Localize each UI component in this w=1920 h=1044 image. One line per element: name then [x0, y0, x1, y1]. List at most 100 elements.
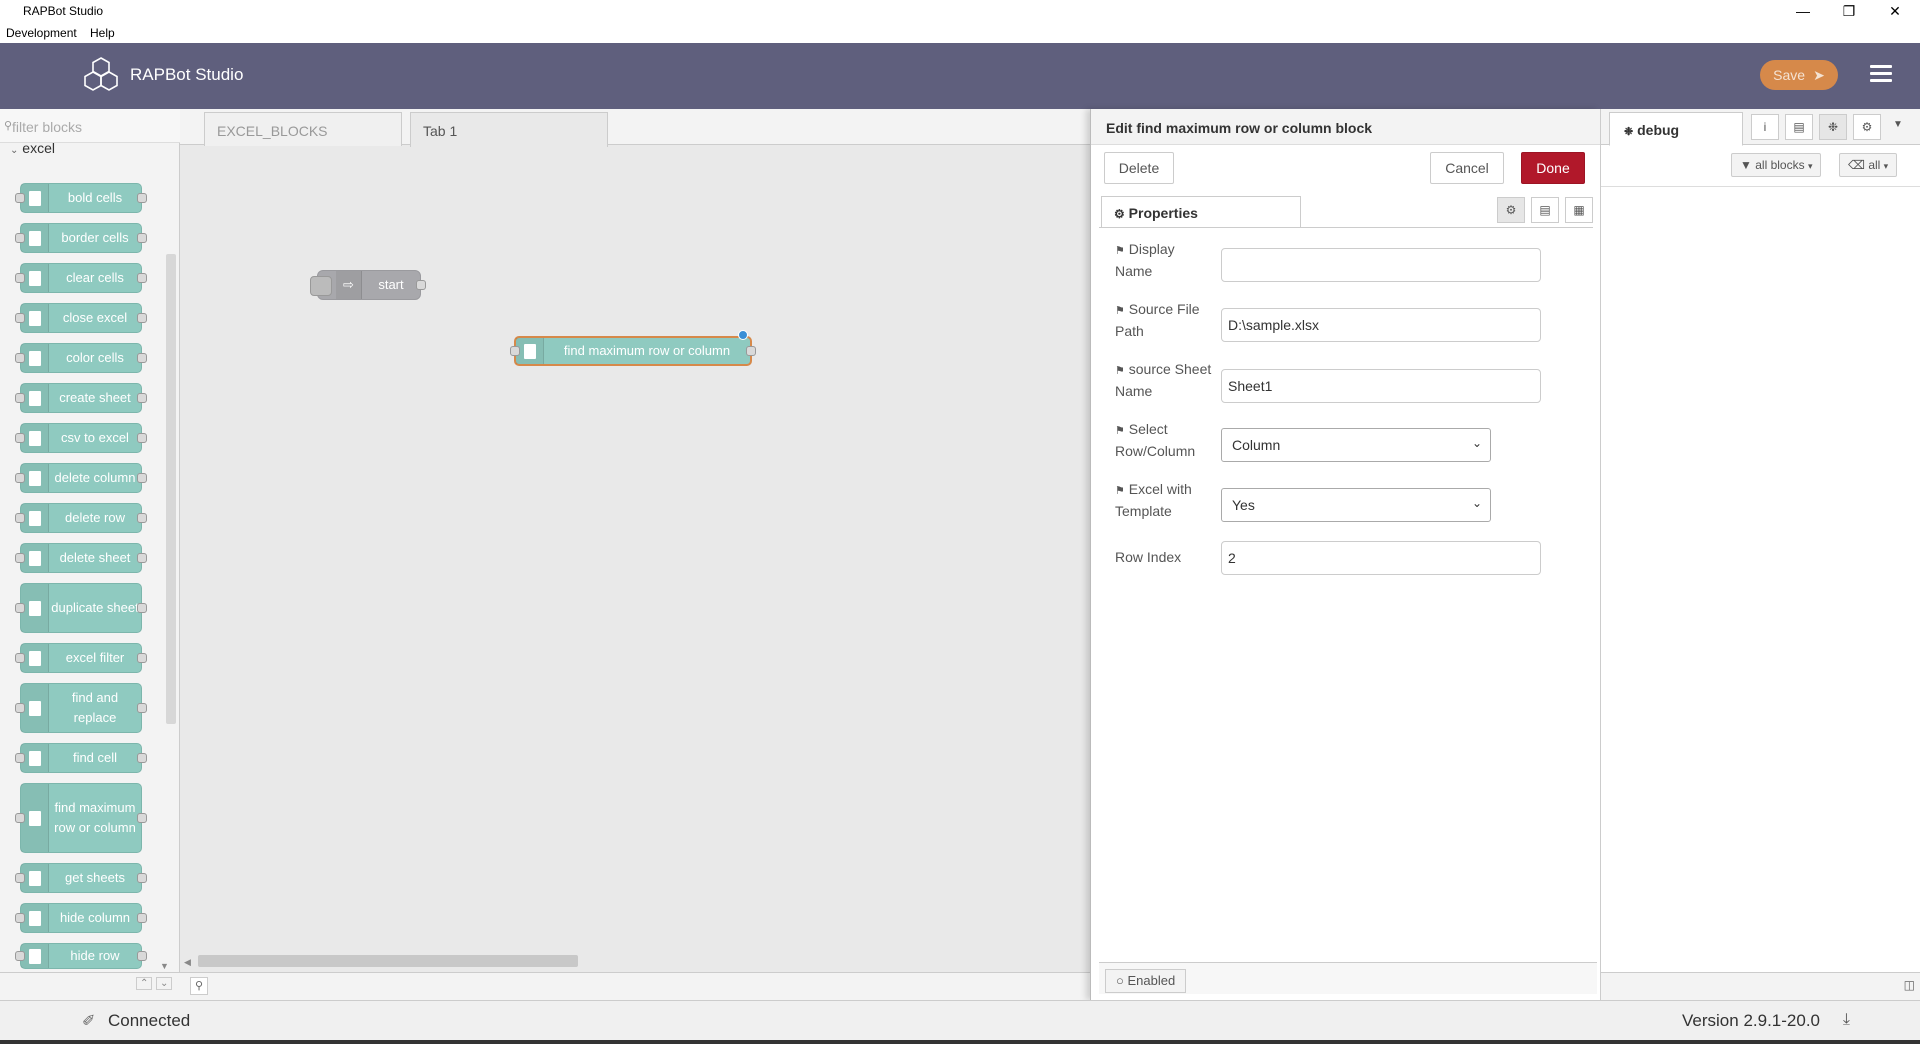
gear-icon: ⚙ [1114, 207, 1125, 221]
clear-messages-dropdown[interactable]: ⌫ all ▾ [1839, 153, 1898, 177]
file-icon [21, 784, 49, 852]
palette-node-bold-cells[interactable]: bold cells [15, 183, 147, 213]
appearance-icon[interactable]: ▦ [1565, 197, 1593, 223]
palette-filter[interactable]: ⚲ filter blocks [0, 109, 180, 143]
palette-node-duplicate-sheet[interactable]: duplicate sheet [15, 583, 147, 633]
file-icon [21, 464, 49, 492]
palette-node-excel-filter[interactable]: excel filter [15, 643, 147, 673]
workspace-hscrollbar[interactable] [198, 955, 578, 967]
minimize-button[interactable]: — [1780, 0, 1826, 22]
tag-icon: ⚑ [1115, 245, 1125, 257]
label-text: source Sheet Name [1115, 361, 1212, 399]
circle-icon: ○ [1116, 973, 1124, 988]
palette-node-find-maximum[interactable]: find maximum row or column [15, 783, 147, 853]
debug-tab-label: debug [1637, 122, 1680, 138]
chevron-down-icon: ⌄ [1471, 496, 1482, 510]
monitor-icon[interactable]: ◫ [1904, 978, 1915, 992]
file-icon [21, 304, 49, 332]
window-bottom-border [0, 1040, 1920, 1044]
menu-help[interactable]: Help [90, 26, 115, 40]
sidebar-footer: ◫ [1601, 972, 1920, 1000]
palette-category[interactable]: ⌄ excel [10, 140, 55, 156]
palette-node-find-and-replace[interactable]: find and replace [15, 683, 147, 733]
tag-icon: ⚑ [1115, 425, 1125, 437]
editor-title: Edit find maximum row or column block [1091, 109, 1601, 145]
save-button[interactable]: Save ➤ [1760, 60, 1838, 90]
search-icon[interactable]: ⚲ [190, 977, 208, 995]
file-icon [21, 544, 49, 572]
palette-node-get-sheets[interactable]: get sheets [15, 863, 147, 893]
label-text: Select Row/Column [1115, 421, 1196, 459]
menu-development[interactable]: Development [6, 26, 77, 40]
flow-workspace[interactable]: EXCEL_BLOCKS Tab 1 ⇨ start find maximum … [160, 109, 1090, 1000]
download-icon[interactable]: ⤓ [1843, 1011, 1850, 1029]
gear-icon[interactable]: ⚙ [1853, 114, 1881, 140]
debug-bug-icon[interactable]: ❉ [1819, 114, 1847, 140]
description-icon[interactable]: ▤ [1531, 197, 1559, 223]
node-label: border cells [61, 230, 129, 245]
palette-node-csv-to-excel[interactable]: csv to excel [15, 423, 147, 453]
changed-indicator-icon [738, 330, 748, 340]
scroll-left-icon[interactable]: ◀ [184, 957, 191, 968]
inject-button[interactable] [310, 276, 332, 296]
caret-down-icon: ▾ [1883, 161, 1889, 171]
node-label: delete row [65, 510, 125, 525]
delete-button[interactable]: Delete [1104, 152, 1174, 184]
close-window-button[interactable]: ✕ [1872, 0, 1918, 22]
display-name-input[interactable] [1221, 248, 1541, 282]
palette-scrollbar[interactable] [166, 254, 176, 724]
palette-node-color-cells[interactable]: color cells [15, 343, 147, 373]
filter-blocks-dropdown[interactable]: ▼ all blocks ▾ [1731, 153, 1822, 177]
select-row-column-dropdown[interactable]: Column ⌄ [1221, 428, 1491, 462]
palette-scroll-down-icon[interactable]: ▼ [160, 961, 169, 971]
filter-blocks-input[interactable]: filter blocks [12, 119, 82, 135]
tab-debug[interactable]: ❉ debug [1609, 112, 1743, 146]
main-menu-icon[interactable] [1870, 65, 1892, 83]
tab-properties[interactable]: ⚙ Properties [1101, 196, 1301, 228]
tab-excel-blocks[interactable]: EXCEL_BLOCKS [204, 112, 402, 146]
excel-with-template-label: ⚑ Excel with Template [1115, 479, 1215, 521]
node-label: start [378, 277, 404, 292]
palette-node-delete-column[interactable]: delete column [15, 463, 147, 493]
palette-node-hide-column[interactable]: hide column [15, 903, 147, 933]
cancel-button[interactable]: Cancel [1430, 152, 1504, 184]
palette-node-delete-row[interactable]: delete row [15, 503, 147, 533]
flow-node-find-maximum[interactable]: find maximum row or column [510, 330, 756, 366]
file-icon [21, 904, 49, 932]
excel-with-template-dropdown[interactable]: Yes ⌄ [1221, 488, 1491, 522]
info-icon[interactable]: i [1751, 114, 1779, 140]
source-sheet-name-input[interactable]: Sheet1 [1221, 369, 1541, 403]
tab-tab1[interactable]: Tab 1 [410, 112, 608, 147]
node-properties-icon[interactable]: ⚙ [1497, 197, 1525, 223]
palette-node-find-cell[interactable]: find cell [15, 743, 147, 773]
enabled-toggle[interactable]: ○ Enabled [1105, 969, 1187, 993]
restore-button[interactable]: ❐ [1826, 0, 1872, 22]
node-label: csv to excel [61, 430, 129, 445]
node-label: clear cells [66, 270, 124, 285]
file-icon [21, 864, 49, 892]
row-index-input[interactable]: 2 [1221, 541, 1541, 575]
palette-node-hide-row[interactable]: hide row [15, 943, 147, 969]
source-sheet-name-label: ⚑ source Sheet Name [1115, 359, 1225, 401]
palette-node-border-cells[interactable]: border cells [15, 223, 147, 253]
tray-footer: ○ Enabled [1099, 962, 1597, 994]
caret-down-icon[interactable]: ▼ [1893, 119, 1903, 130]
book-icon[interactable]: ▤ [1785, 114, 1813, 140]
palette-node-clear-cells[interactable]: clear cells [15, 263, 147, 293]
search-icon: ⚲ [4, 120, 13, 132]
flow-node-start[interactable]: ⇨ start [310, 270, 426, 300]
palette-node-delete-sheet[interactable]: delete sheet [15, 543, 147, 573]
palette-node-close-excel[interactable]: close excel [15, 303, 147, 333]
palette-node-create-sheet[interactable]: create sheet [15, 383, 147, 413]
node-label: get sheets [65, 870, 125, 885]
source-file-path-input[interactable]: D:\sample.xlsx [1221, 308, 1541, 342]
file-icon [21, 424, 49, 452]
file-icon [21, 384, 49, 412]
edit-tray: Edit find maximum row or column block De… [1090, 109, 1601, 1000]
done-button[interactable]: Done [1521, 152, 1585, 184]
collapse-up-icon[interactable]: ⌃ [136, 977, 153, 990]
menubar: Development Help [0, 22, 1920, 43]
expand-down-icon[interactable]: ⌄ [156, 977, 173, 990]
node-label: hide column [59, 910, 131, 925]
debug-toolbar: ▼ all blocks ▾ ⌫ all ▾ [1601, 145, 1920, 187]
